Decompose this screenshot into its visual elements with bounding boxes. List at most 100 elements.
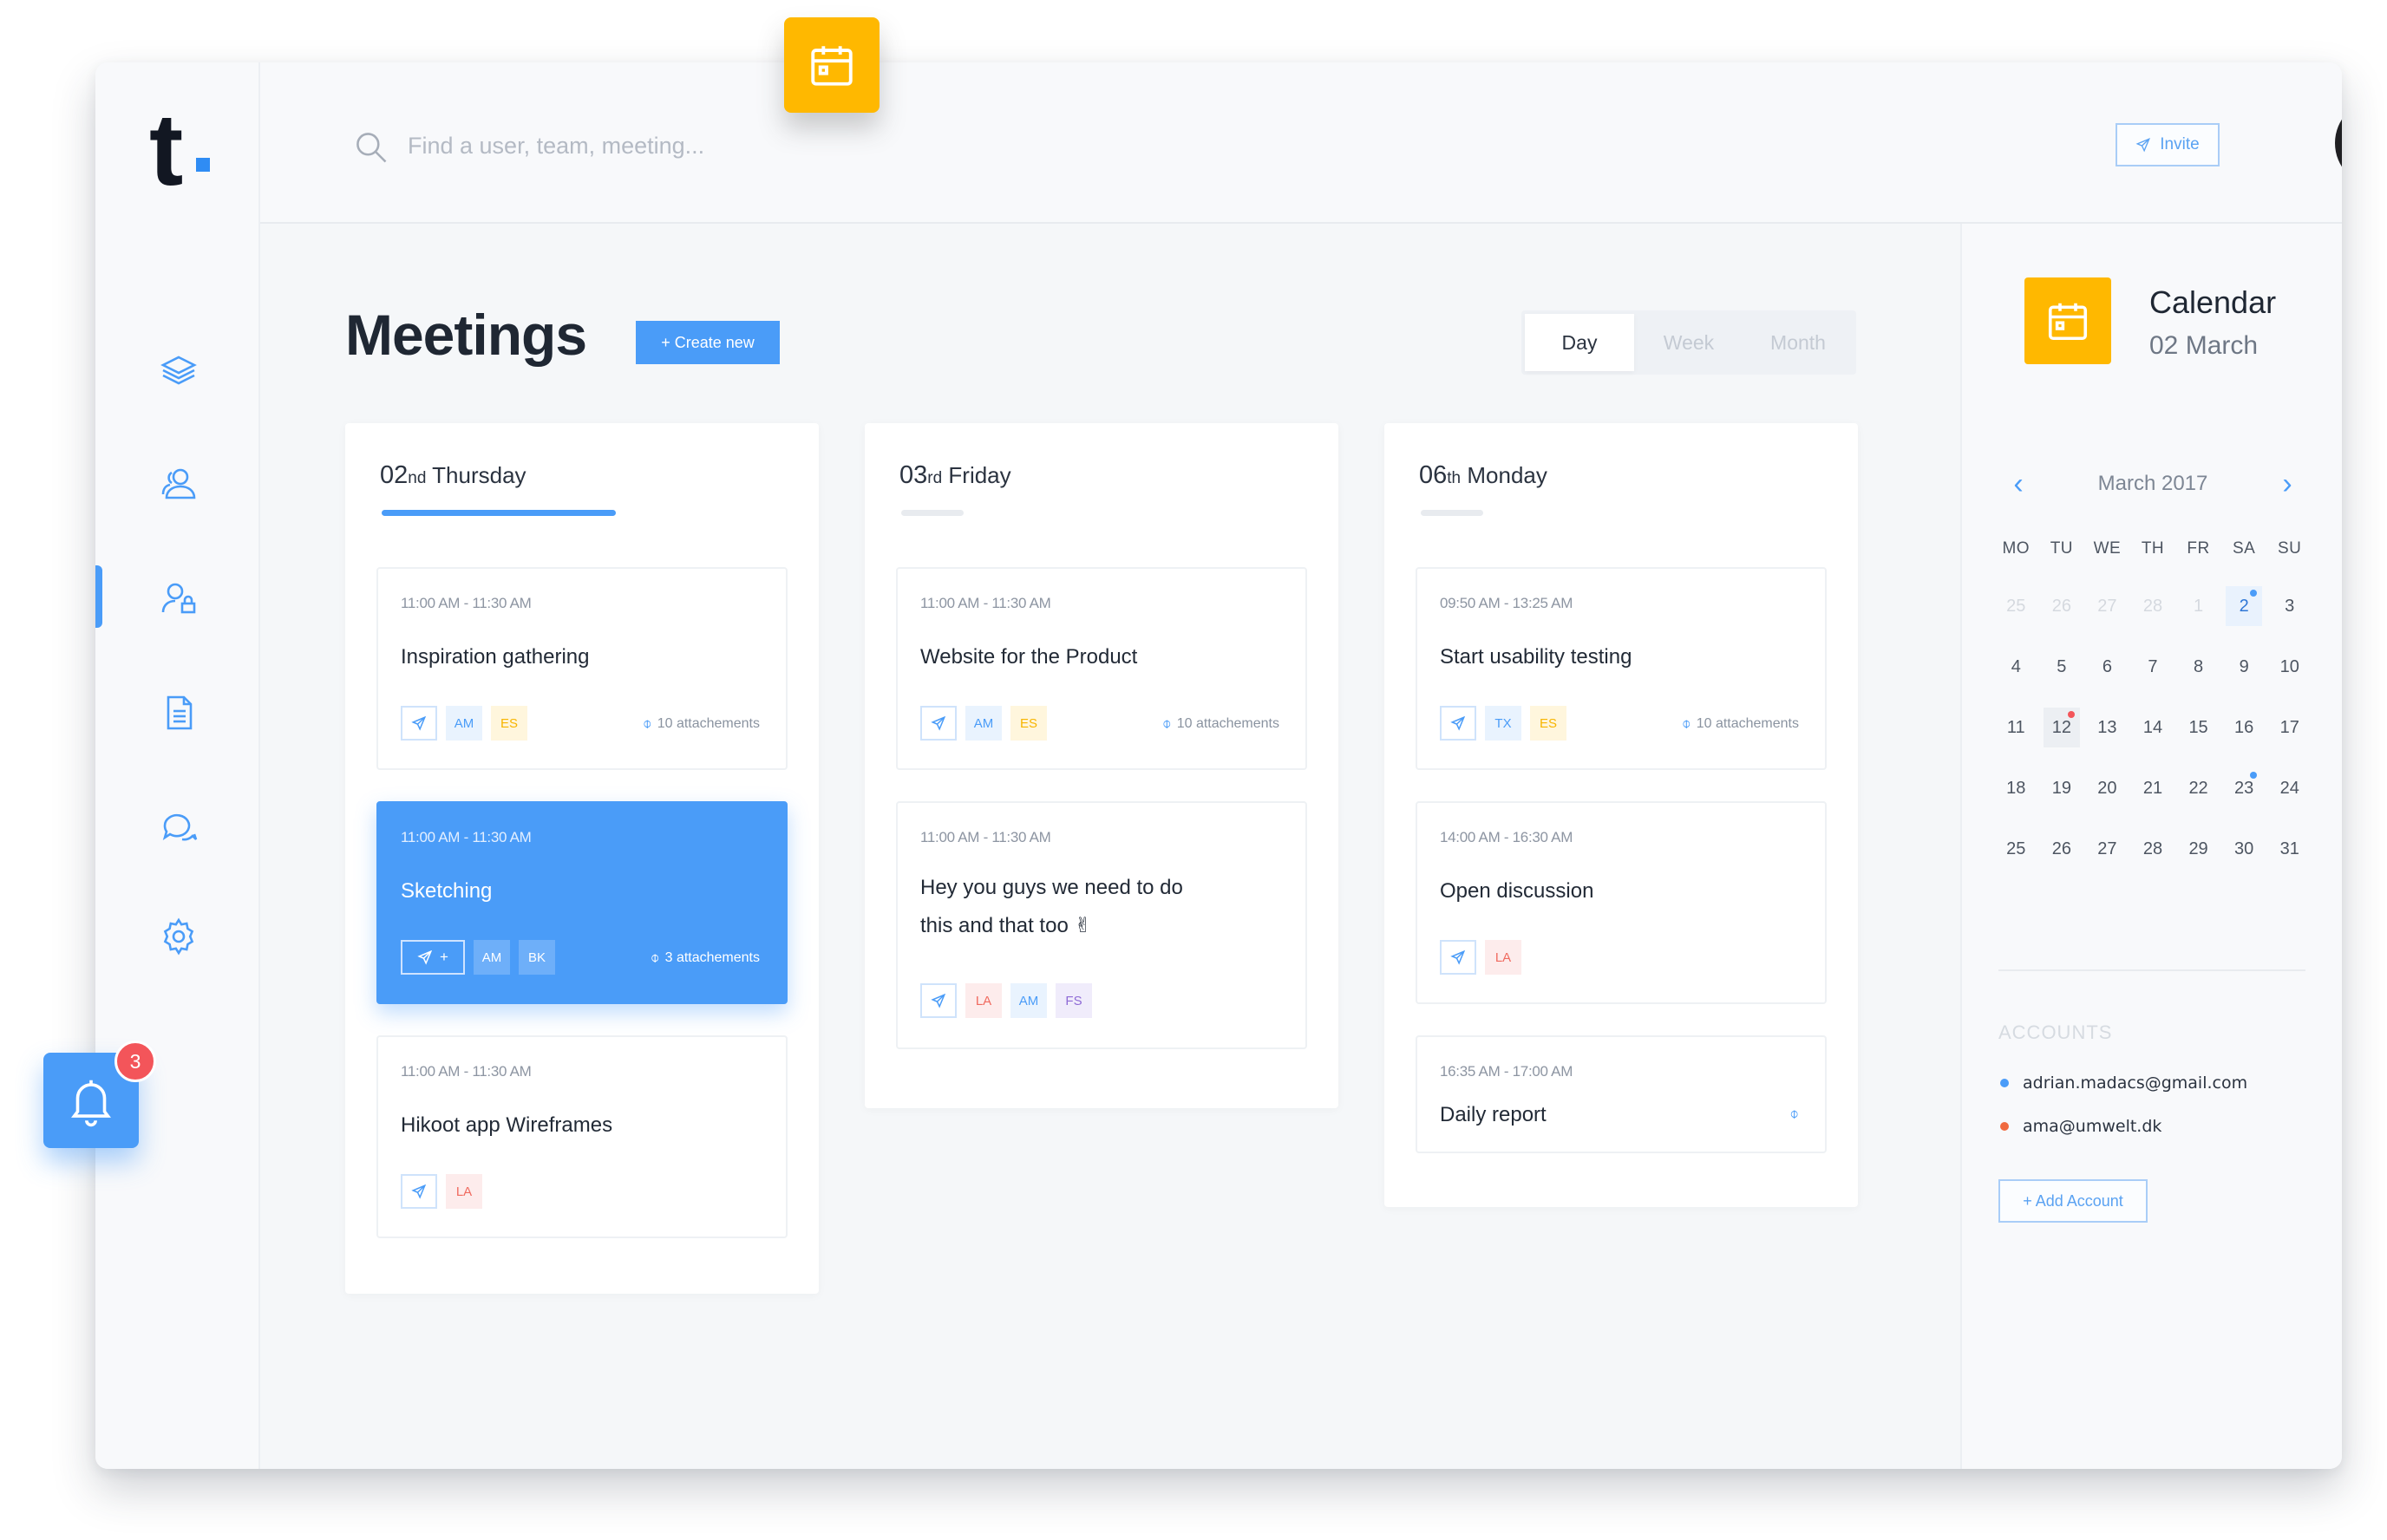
day-cell[interactable]: 19: [2044, 768, 2081, 808]
day-cell[interactable]: 10: [2271, 647, 2308, 687]
layers-icon: [160, 356, 197, 385]
paperclip-icon: ⌽: [650, 949, 660, 966]
day-cell[interactable]: 31: [2271, 829, 2308, 869]
attachments-link[interactable]: ⌽ 3 attachements: [651, 949, 760, 967]
participant-chip[interactable]: LA: [965, 983, 1002, 1018]
participant-chip[interactable]: ES: [1010, 706, 1047, 741]
search-icon: [356, 133, 387, 163]
invite-button[interactable]: Invite: [2116, 123, 2220, 166]
participant-chip[interactable]: LA: [1485, 940, 1521, 975]
sidebar-item-users[interactable]: [158, 463, 199, 505]
event-dot: [2250, 590, 2258, 597]
day-cell[interactable]: 26: [2044, 829, 2081, 869]
attachments-link[interactable]: ⌽ 10 attachements: [1162, 715, 1279, 733]
day-cell[interactable]: 14: [2135, 708, 2172, 747]
month-grid: MO TU WE TH FR SA SU 25 26 27 28 1 2 3 4…: [1993, 539, 2312, 879]
day-cell[interactable]: 8: [2180, 647, 2217, 687]
send-button[interactable]: [920, 983, 957, 1018]
day-cell[interactable]: 1: [2180, 586, 2217, 626]
participant-chip[interactable]: LA: [446, 1174, 482, 1209]
tab-month[interactable]: Month: [1743, 314, 1853, 371]
meeting-card-selected[interactable]: 11:00 AM - 11:30 AM Sketching + AM BK ⌽ 3…: [376, 801, 788, 1004]
send-button[interactable]: [401, 1174, 437, 1209]
calendar-app-icon[interactable]: [784, 17, 880, 113]
day-cell[interactable]: 22: [2180, 768, 2217, 808]
send-button[interactable]: [1440, 706, 1476, 741]
participant-chip[interactable]: AM: [446, 706, 482, 741]
attachments-link[interactable]: ⌽ 10 attachements: [643, 715, 760, 733]
participant-chip[interactable]: TX: [1485, 706, 1521, 741]
sidebar-item-settings[interactable]: [158, 916, 199, 957]
month-navigator: ‹ March 2017 ›: [2005, 467, 2300, 501]
day-cell[interactable]: 13: [2089, 708, 2126, 747]
meeting-card[interactable]: 11:00 AM - 11:30 AM Hey you guys we need…: [896, 801, 1307, 1049]
participant-chip[interactable]: BK: [519, 940, 555, 975]
day-cell[interactable]: 3: [2271, 586, 2308, 626]
weekday-label: FR: [2187, 539, 2210, 558]
day-cell[interactable]: 21: [2135, 768, 2172, 808]
day-cell[interactable]: 16: [2226, 708, 2263, 747]
participant-chip[interactable]: ES: [1530, 706, 1566, 741]
day-cell[interactable]: 7: [2135, 647, 2172, 687]
avatar[interactable]: [2335, 99, 2342, 187]
tab-day[interactable]: Day: [1525, 314, 1634, 371]
day-cell[interactable]: 23: [2226, 768, 2263, 808]
day-cell[interactable]: 27: [2089, 829, 2126, 869]
search-input[interactable]: [408, 125, 859, 166]
day-cell[interactable]: 28: [2135, 586, 2172, 626]
send-button[interactable]: [920, 706, 957, 741]
day-cell[interactable]: 25: [1998, 586, 2035, 626]
sidebar-item-account[interactable]: [158, 578, 199, 619]
send-button[interactable]: +: [401, 940, 465, 975]
day-cell[interactable]: 11: [1998, 708, 2035, 747]
day-cell[interactable]: 25: [1998, 829, 2035, 869]
meeting-chips: LA AM FS: [920, 983, 1092, 1018]
sidebar-item-documents[interactable]: [158, 692, 199, 734]
day-cell[interactable]: 29: [2180, 829, 2217, 869]
day-cell[interactable]: 24: [2271, 768, 2308, 808]
meeting-card[interactable]: 11:00 AM - 11:30 AM Inspiration gatherin…: [376, 567, 788, 770]
participant-chip[interactable]: AM: [474, 940, 510, 975]
chevron-right-icon[interactable]: ›: [2274, 467, 2300, 501]
account-color-dot: [2000, 1079, 2009, 1087]
meeting-card[interactable]: 11:00 AM - 11:30 AM Hikoot app Wireframe…: [376, 1035, 788, 1238]
day-title: 03rd Friday: [899, 461, 1011, 489]
calendar-badge: [2024, 277, 2111, 364]
day-cell[interactable]: 4: [1998, 647, 2035, 687]
account-item[interactable]: adrian.madacs@gmail.com: [2000, 1073, 2247, 1093]
attachments-link[interactable]: ⌽: [1789, 1105, 1799, 1123]
account-item[interactable]: ama@umwelt.dk: [2000, 1117, 2161, 1136]
sidebar-item-messages[interactable]: [158, 806, 199, 848]
participant-chip[interactable]: AM: [1010, 983, 1047, 1018]
day-cell-today[interactable]: 12: [2043, 708, 2081, 747]
day-cell[interactable]: 20: [2089, 768, 2126, 808]
participant-chip[interactable]: FS: [1056, 983, 1092, 1018]
day-cell-selected[interactable]: 2: [2225, 586, 2263, 626]
day-cell[interactable]: 18: [1998, 768, 2035, 808]
meeting-card[interactable]: 14:00 AM - 16:30 AM Open discussion LA: [1416, 801, 1827, 1004]
day-cell[interactable]: 6: [2089, 647, 2126, 687]
participant-chip[interactable]: ES: [491, 706, 527, 741]
day-cell[interactable]: 27: [2089, 586, 2126, 626]
meeting-title: Inspiration gathering: [401, 645, 590, 669]
sidebar-item-layers[interactable]: [158, 349, 199, 390]
create-new-button[interactable]: + Create new: [636, 321, 780, 364]
send-button[interactable]: [1440, 940, 1476, 975]
attachments-link[interactable]: ⌽ 10 attachements: [1682, 715, 1799, 733]
week-row: 18 19 20 21 22 23 24: [1993, 758, 2312, 819]
send-button[interactable]: [401, 706, 437, 741]
meeting-card[interactable]: 11:00 AM - 11:30 AM Website for the Prod…: [896, 567, 1307, 770]
participant-chip[interactable]: AM: [965, 706, 1002, 741]
meeting-card[interactable]: 16:35 AM - 17:00 AM Daily report ⌽: [1416, 1035, 1827, 1153]
day-cell[interactable]: 15: [2180, 708, 2217, 747]
day-cell[interactable]: 17: [2271, 708, 2308, 747]
tab-week[interactable]: Week: [1634, 314, 1743, 371]
meeting-card[interactable]: 09:50 AM - 13:25 AM Start usability test…: [1416, 567, 1827, 770]
day-cell[interactable]: 5: [2044, 647, 2081, 687]
day-cell[interactable]: 30: [2226, 829, 2263, 869]
add-account-button[interactable]: + Add Account: [1998, 1179, 2148, 1223]
logo[interactable]: t: [149, 99, 183, 201]
day-cell[interactable]: 26: [2044, 586, 2081, 626]
day-cell[interactable]: 28: [2135, 829, 2172, 869]
day-cell[interactable]: 9: [2226, 647, 2263, 687]
